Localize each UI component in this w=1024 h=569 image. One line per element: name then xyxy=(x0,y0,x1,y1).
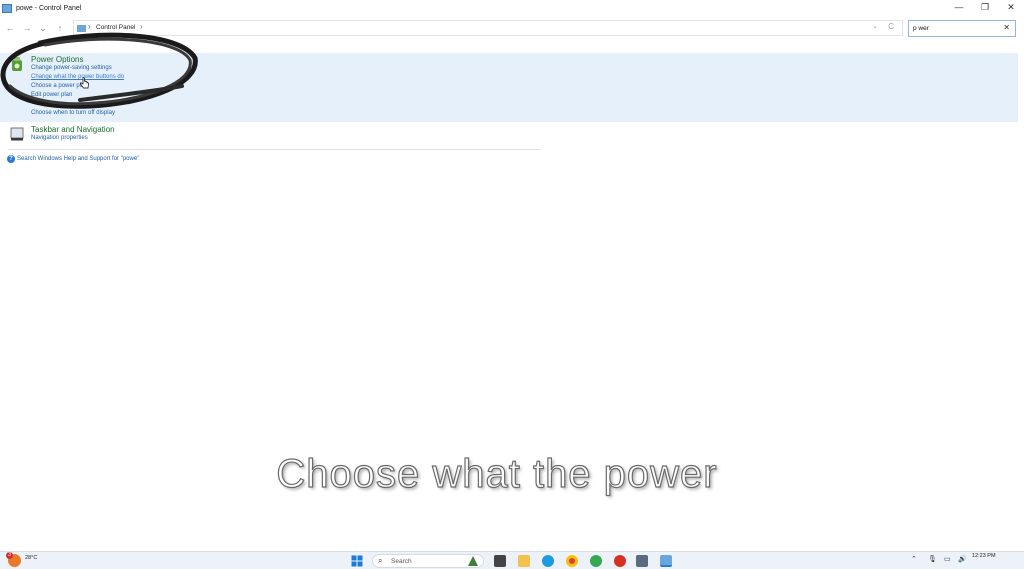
clock-time: 12:23 PM xyxy=(972,553,996,559)
video-caption: Choose what the power xyxy=(276,451,718,496)
window-title: powe - Control Panel xyxy=(16,4,82,12)
restore-button[interactable]: ❐ xyxy=(972,0,998,14)
display-icon[interactable]: ▭ xyxy=(944,555,951,563)
snipping-tool-icon[interactable] xyxy=(636,555,648,567)
hand-cursor-icon xyxy=(80,77,89,89)
address-dropdown-button[interactable]: ⌄ xyxy=(872,22,878,30)
taskbar-navigation-title[interactable]: Taskbar and Navigation xyxy=(31,125,115,134)
control-panel-window: powe - Control Panel — ❐ ✕ ← → ⌄ ↑ › Con… xyxy=(0,0,1024,551)
search-icon: ⌕ xyxy=(378,556,383,565)
clear-search-button[interactable]: ✕ xyxy=(1003,23,1010,32)
search-value: p wer xyxy=(913,25,929,32)
chrome-profile-icon[interactable] xyxy=(590,555,602,567)
chevron-up-icon[interactable]: ⌃ xyxy=(911,555,917,563)
annotation-circle-stroke xyxy=(0,32,198,109)
minimize-button[interactable]: — xyxy=(946,0,972,14)
task-view-icon[interactable] xyxy=(494,555,506,567)
close-button[interactable]: ✕ xyxy=(998,0,1024,14)
search-highlight-icon xyxy=(468,556,478,566)
microphone-icon[interactable]: 🎙 xyxy=(928,555,937,563)
search-input[interactable]: p wer ✕ xyxy=(908,20,1016,37)
taskbar-icon[interactable] xyxy=(9,126,25,142)
weather-badge: 3 xyxy=(6,552,13,559)
refresh-button[interactable]: C xyxy=(888,22,894,31)
windows-taskbar: 3 28°C ⌕ Search ⌃ 🎙 ▭ 🔊 12:23 PM xyxy=(0,551,1024,569)
results-divider xyxy=(8,149,540,150)
taskbar-search-placeholder: Search xyxy=(391,558,412,565)
volume-icon[interactable]: 🔊 xyxy=(958,555,967,563)
taskbar-search-box[interactable]: ⌕ Search xyxy=(372,554,484,568)
help-search-link[interactable]: Search Windows Help and Support for "pow… xyxy=(17,156,139,162)
help-search-row[interactable]: ? Search Windows Help and Support for "p… xyxy=(7,155,139,163)
system-clock[interactable]: 12:23 PM xyxy=(972,553,996,560)
control-panel-taskbar-icon[interactable] xyxy=(660,555,672,567)
help-icon: ? xyxy=(7,155,15,163)
title-bar: powe - Control Panel xyxy=(0,0,1024,16)
start-menu-icon[interactable] xyxy=(351,555,363,567)
weather-temperature: 28°C xyxy=(25,554,38,561)
control-panel-icon xyxy=(2,3,12,13)
chrome-browser-icon[interactable] xyxy=(566,555,578,567)
weather-icon: 3 xyxy=(6,552,21,567)
navigation-properties-link[interactable]: Navigation properties xyxy=(31,135,88,141)
app-icon[interactable] xyxy=(614,555,626,567)
weather-widget[interactable]: 3 28°C xyxy=(6,552,38,567)
edge-browser-icon[interactable] xyxy=(542,555,554,567)
file-explorer-icon[interactable] xyxy=(518,555,530,567)
